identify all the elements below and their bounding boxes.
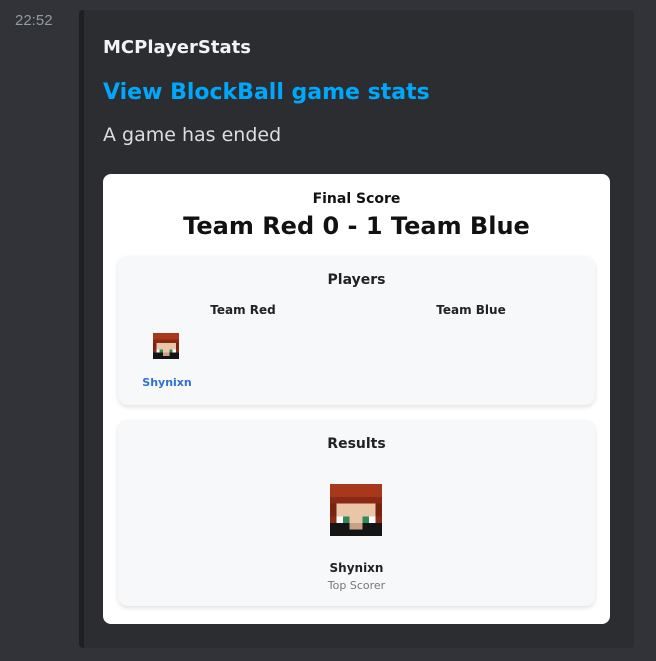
embed-author: MCPlayerStats	[103, 37, 251, 58]
players-panel: Players Team Red Team Blue Shynixn	[118, 256, 595, 405]
message-timestamp: 22:52	[15, 12, 53, 29]
player-avatar-icon	[153, 333, 179, 359]
results-panel: Results Shynixn Top Scorer	[118, 420, 595, 606]
team-red-label: Team Red	[210, 303, 276, 317]
results-panel-title: Results	[327, 436, 386, 452]
top-scorer-role: Top Scorer	[327, 579, 386, 592]
stats-image-card[interactable]: Final Score Team Red 0 - 1 Team Blue Pla…	[103, 174, 610, 624]
embed-description: A game has ended	[103, 124, 282, 146]
score-line: Team Red 0 - 1 Team Blue	[183, 212, 530, 240]
team-blue-label: Team Blue	[436, 303, 506, 317]
embed: MCPlayerStats View BlockBall game stats …	[79, 10, 634, 648]
team-red-player-link[interactable]: Shynixn	[127, 376, 207, 389]
final-score-label: Final Score	[312, 191, 401, 207]
players-panel-title: Players	[327, 272, 386, 288]
top-scorer-name: Shynixn	[329, 561, 384, 575]
embed-title-link[interactable]: View BlockBall game stats	[103, 80, 430, 105]
top-scorer-avatar-icon	[330, 484, 382, 536]
